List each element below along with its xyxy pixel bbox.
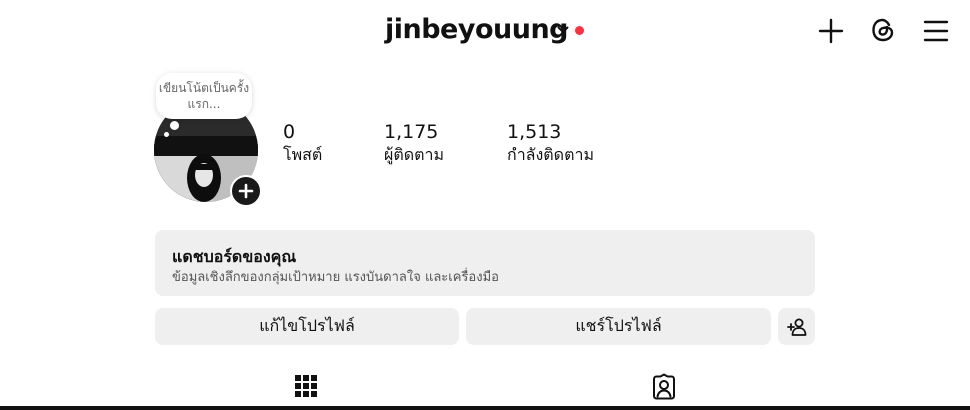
edit-profile-button[interactable]: แก้ไขโปรไฟล์ xyxy=(155,308,459,345)
stat-following[interactable]: 1,513 กำลังติดตาม xyxy=(507,121,594,168)
plus-icon[interactable] xyxy=(816,16,846,46)
menu-icon[interactable] xyxy=(921,16,951,46)
chevron-down-icon[interactable] xyxy=(555,22,571,38)
posts-label: โพสต์ xyxy=(283,145,323,164)
share-profile-button[interactable]: แชร์โปรไฟล์ xyxy=(466,308,771,345)
threads-icon[interactable] xyxy=(868,15,898,45)
dashboard-subtitle: ข้อมูลเชิงลึกของกลุ่มเป้าหมาย แรงบันดาลใ… xyxy=(172,270,499,285)
account-username[interactable]: jinbeyouung xyxy=(385,14,569,45)
stat-posts: 0 โพสต์ xyxy=(283,121,322,168)
tabs-divider xyxy=(0,406,970,410)
professional-dashboard[interactable]: แดชบอร์ดของคุณ ข้อมูลเชิงลึกของกลุ่มเป้า… xyxy=(155,230,815,296)
note-bubble-tail-small xyxy=(164,132,169,137)
note-bubble[interactable]: เขียนโน้ตเป็นครั้งแรก... xyxy=(156,73,252,119)
plus-icon xyxy=(238,183,254,199)
notification-dot xyxy=(575,26,584,35)
stat-followers[interactable]: 1,175 ผู้ติดตาม xyxy=(384,121,444,168)
following-label: กำลังติดตาม xyxy=(507,145,594,164)
add-person-icon xyxy=(786,318,806,336)
grid-icon[interactable] xyxy=(294,374,318,398)
following-count: 1,513 xyxy=(507,121,562,143)
discover-people-button[interactable] xyxy=(778,308,815,345)
note-bubble-tail xyxy=(170,121,179,130)
followers-count: 1,175 xyxy=(384,121,439,143)
posts-count: 0 xyxy=(283,121,296,143)
add-story-button[interactable] xyxy=(230,175,262,207)
followers-label: ผู้ติดตาม xyxy=(384,145,445,164)
tagged-icon[interactable] xyxy=(650,373,678,401)
